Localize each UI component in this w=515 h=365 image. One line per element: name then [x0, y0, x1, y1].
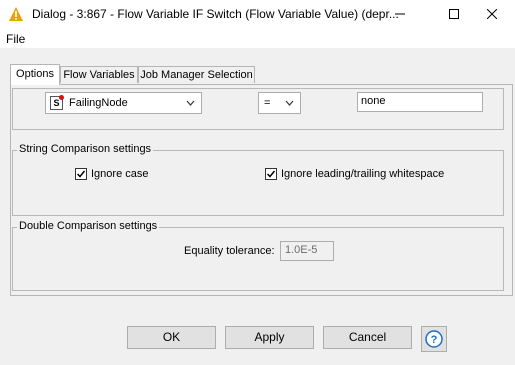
maximize-icon	[449, 9, 459, 19]
value-input[interactable]: none	[357, 92, 483, 112]
variable-select[interactable]: S FailingNode	[45, 92, 202, 114]
chevron-down-icon	[285, 100, 294, 106]
svg-text:?: ?	[431, 334, 438, 346]
double-comparison-title: Double Comparison settings	[17, 220, 160, 232]
warning-triangle-icon	[9, 7, 23, 21]
chevron-down-icon	[186, 100, 195, 106]
cancel-button[interactable]: Cancel	[323, 326, 412, 349]
tab-options[interactable]: Options	[10, 64, 60, 85]
minimize-button[interactable]	[377, 0, 423, 28]
tab-job-manager-selection[interactable]: Job Manager Selection	[138, 66, 255, 83]
tolerance-label: Equality tolerance:	[184, 245, 275, 257]
string-comparison-title: String Comparison settings	[17, 143, 154, 155]
close-button[interactable]	[469, 0, 515, 28]
string-comparison-group: String Comparison settings	[12, 143, 504, 216]
variable-select-value: FailingNode	[69, 97, 128, 109]
menu-file[interactable]: File	[6, 32, 25, 46]
minimize-icon	[395, 13, 405, 15]
help-icon: ?	[425, 330, 443, 348]
ignore-whitespace-checkbox[interactable]: Ignore leading/trailing whitespace	[265, 168, 444, 180]
checkmark-icon	[76, 170, 86, 178]
checkbox-box[interactable]	[75, 168, 87, 180]
checkmark-icon	[266, 170, 276, 178]
ignore-case-checkbox[interactable]: Ignore case	[75, 168, 148, 180]
ignore-case-label: Ignore case	[91, 168, 149, 180]
help-button[interactable]: ?	[421, 326, 447, 352]
tab-flow-variables[interactable]: Flow Variables	[60, 66, 138, 83]
apply-button[interactable]: Apply	[225, 326, 314, 349]
operator-select[interactable]: =	[258, 92, 301, 114]
checkbox-box[interactable]	[265, 168, 277, 180]
tolerance-input[interactable]: 1.0E-5	[280, 241, 334, 261]
ok-button[interactable]: OK	[127, 326, 216, 349]
operator-select-value: =	[264, 97, 271, 109]
variable-type-letter: S	[53, 98, 60, 108]
window-title: Dialog - 3:867 - Flow Variable IF Switch…	[32, 7, 399, 21]
close-icon	[487, 9, 497, 19]
string-variable-icon: S	[50, 95, 64, 110]
ignore-whitespace-label: Ignore leading/trailing whitespace	[281, 168, 445, 180]
title-bar: Dialog - 3:867 - Flow Variable IF Switch…	[0, 0, 515, 28]
menu-bar: File	[0, 28, 515, 48]
double-comparison-group: Double Comparison settings	[12, 220, 504, 291]
